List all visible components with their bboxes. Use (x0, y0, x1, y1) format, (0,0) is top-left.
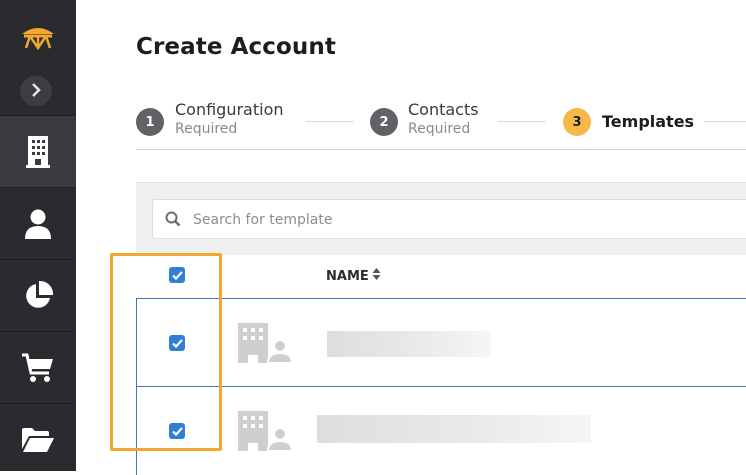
search-panel (136, 182, 746, 255)
row-checkbox[interactable] (169, 335, 185, 351)
step-connector (306, 121, 354, 122)
step-number: 1 (136, 108, 164, 136)
step-connector (704, 121, 746, 122)
check-icon (171, 270, 183, 280)
step-number: 3 (563, 108, 591, 136)
logo-icon (18, 22, 58, 52)
column-header-name[interactable]: NAME (326, 268, 381, 284)
step-title: Templates (602, 112, 695, 131)
step-connector (498, 121, 546, 122)
cart-icon (21, 353, 55, 383)
sort-icon (372, 268, 381, 284)
building-user-icon (238, 411, 294, 455)
folder-open-icon (21, 427, 55, 453)
sidebar-item-files[interactable] (0, 403, 76, 475)
sidebar-item-orders[interactable] (0, 331, 76, 403)
sidebar-item-reports[interactable] (0, 259, 76, 331)
column-name-label: NAME (326, 268, 369, 284)
redacted-template-name (327, 331, 491, 357)
user-icon (24, 209, 52, 239)
building-user-icon (238, 323, 294, 367)
step-title: Contacts (408, 100, 479, 119)
chevron-right-icon (30, 82, 42, 101)
step-number: 2 (370, 108, 398, 136)
sidebar (0, 0, 76, 471)
sidebar-item-users[interactable] (0, 187, 76, 259)
stepper: 1 Configuration Required 2 Contacts Requ… (136, 100, 746, 150)
table-row[interactable] (136, 386, 746, 475)
table-header: NAME (136, 254, 746, 298)
step-subtitle: Required (408, 121, 471, 137)
step-subtitle: Required (175, 121, 238, 137)
row-checkbox[interactable] (169, 423, 185, 439)
divider (136, 149, 746, 150)
main-content: Create Account 1 Configuration Required … (76, 0, 746, 475)
step-title: Configuration (175, 100, 284, 119)
check-icon (171, 338, 183, 348)
search-input[interactable] (191, 200, 746, 240)
search-box (152, 199, 746, 240)
check-icon (171, 426, 183, 436)
building-icon (26, 135, 50, 168)
expand-sidebar-button[interactable] (20, 76, 52, 106)
select-all-checkbox[interactable] (169, 267, 185, 283)
table-row[interactable] (136, 298, 746, 387)
pie-chart-icon (22, 280, 54, 312)
sidebar-item-accounts[interactable] (0, 115, 76, 187)
page-title: Create Account (136, 34, 336, 60)
redacted-template-name (317, 415, 591, 443)
search-icon (165, 211, 181, 231)
